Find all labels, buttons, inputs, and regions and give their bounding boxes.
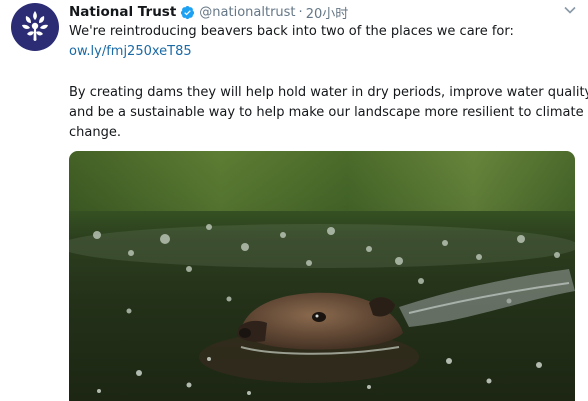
separator-dot: · — [298, 4, 303, 20]
tweet-link[interactable]: ow.ly/fmj250xeT85 — [69, 42, 574, 62]
tweet-photo[interactable] — [69, 151, 575, 401]
tweet-text: We're reintroducing beavers back into tw… — [69, 22, 588, 143]
tweet: National Trust @nationaltrust · 20小时 We'… — [0, 0, 588, 401]
author-handle[interactable]: @nationaltrust — [199, 5, 295, 20]
author-name[interactable]: National Trust — [69, 4, 176, 20]
timestamp[interactable]: 20小时 — [306, 3, 349, 22]
tweet-text-line: and be a sustainable way to help make ou… — [69, 105, 584, 120]
beaver-swimming-image — [69, 151, 575, 401]
chevron-down-icon[interactable] — [560, 2, 580, 18]
oak-leaf-logo-icon — [22, 11, 48, 41]
tweet-text-line: We're reintroducing beavers back into tw… — [69, 24, 514, 39]
verified-badge-icon — [180, 5, 195, 20]
tweet-text-line: change. — [69, 125, 121, 140]
avatar[interactable] — [11, 3, 59, 51]
tweet-text-line: By creating dams they will help hold wat… — [69, 85, 588, 100]
tweet-header: National Trust @nationaltrust · 20小时 — [69, 2, 348, 22]
